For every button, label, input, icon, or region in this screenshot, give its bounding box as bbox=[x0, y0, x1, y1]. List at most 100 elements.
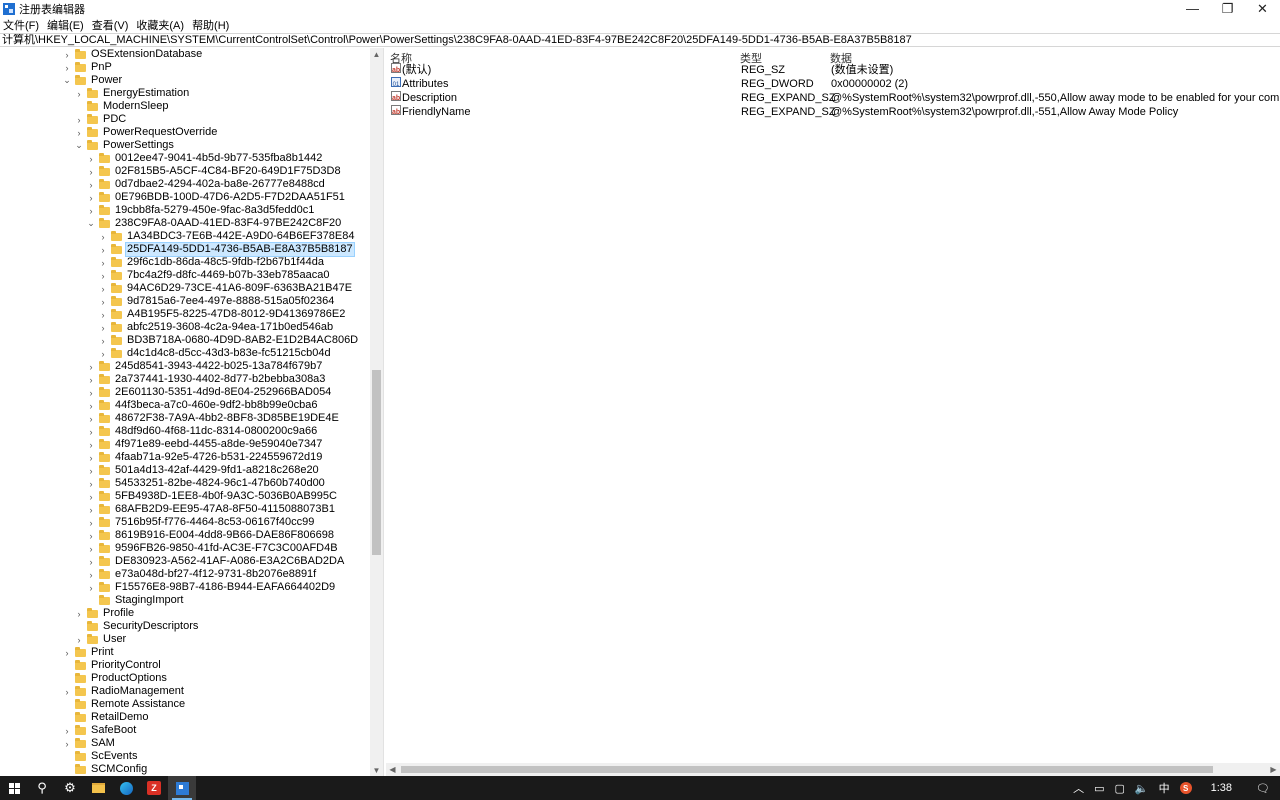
tree-node[interactable]: › SafeBoot bbox=[62, 724, 137, 737]
tree-node[interactable]: › 9596FB26-9850-41fd-AC3E-F7C3C00AFD4B bbox=[86, 542, 339, 555]
tree-node[interactable]: › RadioManagement bbox=[62, 685, 185, 698]
menu-favorites[interactable]: 收藏夹(A) bbox=[133, 17, 187, 33]
expand-chevron-icon[interactable]: › bbox=[74, 87, 84, 100]
value-row[interactable]: ab (默认) REG_SZ (数值未设置) bbox=[386, 63, 1280, 77]
file-explorer-button[interactable] bbox=[84, 776, 112, 800]
expand-chevron-icon[interactable]: › bbox=[86, 529, 96, 542]
tree-node[interactable]: › A4B195F5-8225-47D8-8012-9D41369786E2 bbox=[98, 308, 346, 321]
tree-node[interactable]: StagingImport bbox=[86, 594, 184, 607]
scroll-right-arrow-icon[interactable]: ▶ bbox=[1267, 763, 1280, 776]
values-horizontal-scrollbar[interactable]: ◀ ▶ bbox=[386, 763, 1280, 776]
edge-button[interactable] bbox=[112, 776, 140, 800]
start-button[interactable] bbox=[0, 776, 28, 800]
clock[interactable]: 1:38 bbox=[1197, 782, 1246, 794]
tree-node[interactable]: PriorityControl bbox=[62, 659, 162, 672]
tree-node[interactable]: › 19cbb8fa-5279-450e-9fac-8a3d5fedd0c1 bbox=[86, 204, 315, 217]
ime-indicator[interactable]: 中 bbox=[1154, 780, 1175, 796]
expand-chevron-icon[interactable]: › bbox=[62, 61, 72, 74]
restore-button[interactable]: ❐ bbox=[1210, 0, 1245, 17]
regedit-taskbar-button[interactable] bbox=[168, 776, 196, 800]
tree-node[interactable]: › 245d8541-3943-4422-b025-13a784f679b7 bbox=[86, 360, 323, 373]
tree-node[interactable]: SCMConfig bbox=[62, 763, 148, 776]
expand-chevron-icon[interactable]: › bbox=[86, 542, 96, 555]
address-bar[interactable]: 计算机\HKEY_LOCAL_MACHINE\SYSTEM\CurrentCon… bbox=[0, 33, 1280, 47]
menu-edit[interactable]: 编辑(E) bbox=[44, 17, 87, 33]
collapse-chevron-icon[interactable]: ⌄ bbox=[74, 139, 84, 152]
collapse-chevron-icon[interactable]: ⌄ bbox=[86, 217, 96, 230]
expand-chevron-icon[interactable]: › bbox=[62, 685, 72, 698]
tree-node[interactable]: › abfc2519-3608-4c2a-94ea-171b0ed546ab bbox=[98, 321, 334, 334]
tree-node[interactable]: › F15576E8-98B7-4186-B944-EAFA664402D9 bbox=[86, 581, 336, 594]
menu-help[interactable]: 帮助(H) bbox=[189, 17, 232, 33]
tree-node[interactable]: ProductOptions bbox=[62, 672, 168, 685]
volume-icon[interactable]: 🔈 bbox=[1130, 782, 1154, 795]
expand-chevron-icon[interactable]: › bbox=[86, 399, 96, 412]
show-hidden-icons-chevron-icon[interactable]: ︿ bbox=[1068, 780, 1089, 796]
scroll-up-arrow-icon[interactable]: ▲ bbox=[370, 48, 383, 60]
tree-node[interactable]: › User bbox=[74, 633, 127, 646]
tree-node[interactable]: › SAM bbox=[62, 737, 116, 750]
tree-node[interactable]: › 0E796BDB-100D-47D6-A2D5-F7D2DAA51F51 bbox=[86, 191, 346, 204]
expand-chevron-icon[interactable]: › bbox=[86, 412, 96, 425]
tree-node[interactable]: ModernSleep bbox=[74, 100, 169, 113]
tree-node[interactable]: › DE830923-A562-41AF-A086-E3A2C6BAD2DA bbox=[86, 555, 345, 568]
tree-node[interactable]: › 25DFA149-5DD1-4736-B5AB-E8A37B5B8187 bbox=[98, 242, 355, 257]
sogou-ime-icon[interactable]: S bbox=[1179, 782, 1192, 794]
tree-node[interactable]: ScEvents bbox=[62, 750, 138, 763]
tree-node[interactable]: › 0d7dbae2-4294-402a-ba8e-26777e8488cd bbox=[86, 178, 326, 191]
tree-node[interactable]: ⌄ Power bbox=[62, 74, 123, 87]
expand-chevron-icon[interactable]: › bbox=[74, 607, 84, 620]
expand-chevron-icon[interactable]: › bbox=[86, 165, 96, 178]
tree-node[interactable]: › BD3B718A-0680-4D9D-8AB2-E1D2B4AC806D bbox=[98, 334, 359, 347]
expand-chevron-icon[interactable]: › bbox=[86, 581, 96, 594]
expand-chevron-icon[interactable]: › bbox=[98, 269, 108, 282]
scroll-left-arrow-icon[interactable]: ◀ bbox=[386, 763, 399, 776]
expand-chevron-icon[interactable]: › bbox=[98, 334, 108, 347]
search-button[interactable]: ⚲ bbox=[28, 776, 56, 800]
tree-node[interactable]: › PDC bbox=[74, 113, 127, 126]
expand-chevron-icon[interactable]: › bbox=[62, 646, 72, 659]
tree-node[interactable]: › 48672F38-7A9A-4bb2-8BF8-3D85BE19DE4E bbox=[86, 412, 340, 425]
expand-chevron-icon[interactable]: › bbox=[98, 295, 108, 308]
tree-node[interactable]: › 7516b95f-f776-4464-8c53-06167f40cc99 bbox=[86, 516, 315, 529]
tree-node[interactable]: › 44f3beca-a7c0-460e-9df2-bb8b99e0cba6 bbox=[86, 399, 318, 412]
expand-chevron-icon[interactable]: › bbox=[86, 425, 96, 438]
tree-node[interactable]: Remote Assistance bbox=[62, 698, 186, 711]
tree-node[interactable]: › PowerRequestOverride bbox=[74, 126, 218, 139]
tree-node[interactable]: › 29f6c1db-86da-48c5-9fdb-f2b67b1f44da bbox=[98, 256, 325, 269]
expand-chevron-icon[interactable]: › bbox=[98, 308, 108, 321]
tree-node[interactable]: › 501a4d13-42af-4429-9fd1-a8218c268e20 bbox=[86, 464, 320, 477]
expand-chevron-icon[interactable]: › bbox=[98, 243, 108, 256]
display-icon[interactable]: ▢ bbox=[1110, 782, 1130, 795]
expand-chevron-icon[interactable]: › bbox=[98, 230, 108, 243]
expand-chevron-icon[interactable]: › bbox=[86, 191, 96, 204]
scroll-down-arrow-icon[interactable]: ▼ bbox=[370, 764, 383, 776]
tree-node[interactable]: ⌄ 238C9FA8-0AAD-41ED-83F4-97BE242C8F20 bbox=[86, 217, 342, 230]
expand-chevron-icon[interactable]: › bbox=[86, 555, 96, 568]
tree-node[interactable]: › 2a737441-1930-4402-8d77-b2bebba308a3 bbox=[86, 373, 326, 386]
values-scroll-thumb[interactable] bbox=[401, 766, 1213, 773]
tree-node[interactable]: › 4f971e89-eebd-4455-a8de-9e59040e7347 bbox=[86, 438, 323, 451]
tree-node[interactable]: › 94AC6D29-73CE-41A6-809F-6363BA21B47E bbox=[98, 282, 353, 295]
expand-chevron-icon[interactable]: › bbox=[62, 737, 72, 750]
expand-chevron-icon[interactable]: › bbox=[62, 724, 72, 737]
expand-chevron-icon[interactable]: › bbox=[86, 490, 96, 503]
expand-chevron-icon[interactable]: › bbox=[98, 321, 108, 334]
expand-chevron-icon[interactable]: › bbox=[86, 152, 96, 165]
expand-chevron-icon[interactable]: › bbox=[86, 477, 96, 490]
tree-node[interactable]: › 2E601130-5351-4d9d-8E04-252966BAD054 bbox=[86, 386, 332, 399]
value-row[interactable]: ab FriendlyName REG_EXPAND_SZ @%SystemRoot%… bbox=[386, 105, 1280, 119]
value-row[interactable]: ab Description REG_EXPAND_SZ @%SystemRoot%\… bbox=[386, 91, 1280, 105]
value-row[interactable]: 01 Attributes REG_DWORD 0x00000002 (2) bbox=[386, 77, 1280, 91]
tree-node[interactable]: › 0012ee47-9041-4b5d-9b77-535fba8b1442 bbox=[86, 152, 323, 165]
expand-chevron-icon[interactable]: › bbox=[98, 347, 108, 360]
tree-node[interactable]: › 48df9d60-4f68-11dc-8314-0800200c9a66 bbox=[86, 425, 318, 438]
tree-node[interactable]: › Profile bbox=[74, 607, 135, 620]
minimize-button[interactable]: — bbox=[1175, 0, 1210, 17]
tree-node[interactable]: RetailDemo bbox=[62, 711, 149, 724]
tree-node[interactable]: › 8619B916-E004-4dd8-9B66-DAE86F806698 bbox=[86, 529, 335, 542]
tree-node[interactable]: ⌄ PowerSettings bbox=[74, 139, 175, 152]
expand-chevron-icon[interactable]: › bbox=[86, 503, 96, 516]
expand-chevron-icon[interactable]: › bbox=[86, 360, 96, 373]
menu-view[interactable]: 查看(V) bbox=[89, 17, 132, 33]
